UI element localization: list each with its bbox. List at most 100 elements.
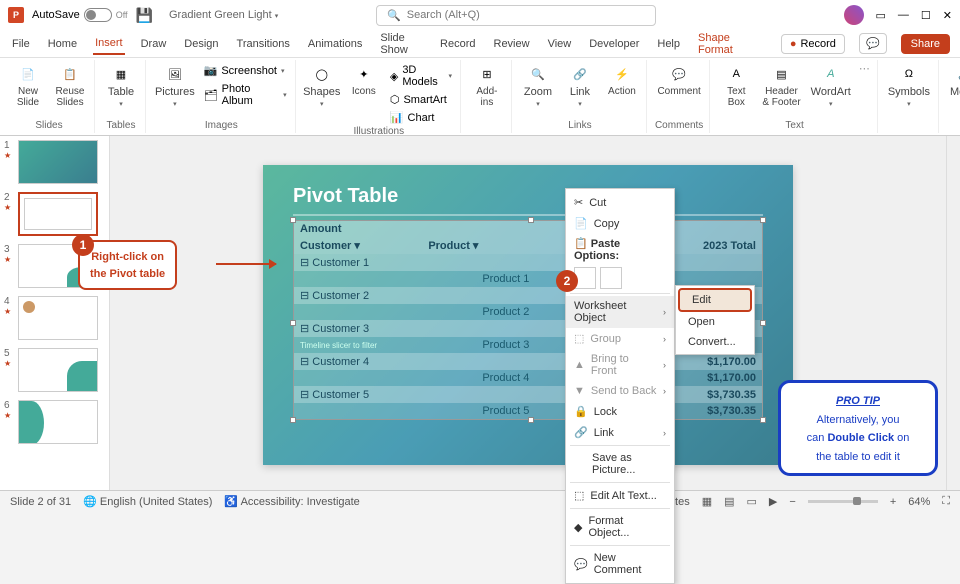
pro-tip-callout: PRO TIP Alternatively, you can Double Cl… (778, 380, 938, 476)
tab-file[interactable]: File (10, 34, 32, 54)
reuse-slides-button[interactable]: 📋Reuse Slides (52, 62, 88, 110)
paste-option-2[interactable] (600, 267, 622, 289)
fit-window-icon[interactable]: ⛶ (942, 495, 950, 508)
shapes-button[interactable]: ◯Shapes▾ (304, 62, 340, 111)
table-button[interactable]: ▦Table▾ (103, 62, 139, 111)
ctx-new-comment[interactable]: 💬New Comment (566, 548, 674, 580)
share-button[interactable]: Share (901, 34, 950, 54)
media-button[interactable]: 🔊Media▾ (947, 62, 960, 111)
search-icon: 🔍 (387, 9, 401, 22)
tab-transitions[interactable]: Transitions (235, 34, 292, 54)
submenu-convert[interactable]: Convert... (676, 332, 754, 352)
thumbnail-1[interactable] (18, 140, 98, 184)
tab-home[interactable]: Home (46, 34, 79, 54)
ctx-alt-text[interactable]: ⬚Edit Alt Text... (566, 485, 674, 506)
chart-button[interactable]: 📊Chart (388, 109, 454, 126)
maximize-icon[interactable]: ☐ (921, 9, 931, 22)
paste-icon: 📋 (574, 238, 588, 250)
tab-shape-format[interactable]: Shape Format (696, 28, 753, 60)
group-icon: ⬚ (574, 332, 584, 345)
tab-view[interactable]: View (546, 34, 574, 54)
zoom-in-icon[interactable]: + (890, 496, 896, 508)
view-reading-icon[interactable]: ▭ (747, 495, 757, 508)
ctx-cut[interactable]: ✂Cut (566, 192, 674, 213)
comment-button[interactable]: 💬Comment (655, 62, 702, 99)
header-footer-button[interactable]: ▤Header & Footer (760, 62, 802, 110)
symbols-button[interactable]: ΩSymbols▾ (886, 62, 932, 111)
ribbon-options-icon[interactable]: ▭ (876, 9, 886, 22)
tab-insert[interactable]: Insert (93, 33, 125, 55)
status-slide-number[interactable]: Slide 2 of 31 (10, 496, 71, 508)
tab-slideshow[interactable]: Slide Show (378, 28, 424, 60)
ctx-group: ⬚Group› (566, 328, 674, 349)
callout-badge-1: 1 (72, 234, 94, 256)
zoom-level[interactable]: 64% (908, 496, 930, 508)
slide-thumbnails[interactable]: 1★ 2★ 3★ 4★ 5★ 6★ (0, 136, 110, 494)
search-input[interactable]: 🔍 Search (Alt+Q) (376, 5, 656, 26)
thumbnail-4[interactable] (18, 296, 98, 340)
smartart-button[interactable]: ⬡SmartArt (388, 91, 454, 108)
addins-button[interactable]: ⊞Add- ins (469, 62, 505, 110)
zoom-button[interactable]: 🔍Zoom▾ (520, 62, 556, 111)
new-comment-icon: 💬 (574, 558, 588, 571)
callout-badge-2: 2 (556, 270, 578, 292)
thumbnail-6[interactable] (18, 400, 98, 444)
save-icon[interactable]: 💾 (136, 7, 153, 24)
ctx-format-object[interactable]: ◆Format Object... (566, 511, 674, 543)
ctx-lock[interactable]: 🔒Lock (566, 401, 674, 422)
photo-album-button[interactable]: 🗂Photo Album▾ (202, 81, 289, 109)
ctx-copy[interactable]: 📄Copy (566, 213, 674, 234)
copy-icon: 📄 (574, 217, 588, 230)
tab-animations[interactable]: Animations (306, 34, 364, 54)
view-slideshow-icon[interactable]: ▶ (769, 495, 777, 508)
ctx-paste-header: 📋 Paste Options: (566, 234, 674, 265)
format-icon: ◆ (574, 521, 582, 534)
zoom-out-icon[interactable]: − (789, 496, 795, 508)
icons-button[interactable]: ✦Icons (346, 62, 382, 99)
3d-models-button[interactable]: ◈3D Models▾ (388, 62, 454, 90)
minimize-icon[interactable]: — (898, 9, 909, 21)
status-accessibility[interactable]: ♿ Accessibility: Investigate (224, 495, 359, 508)
thumbnail-5[interactable] (18, 348, 98, 392)
context-menu: ✂Cut 📄Copy 📋 Paste Options: Worksheet Ob… (565, 188, 675, 584)
front-icon: ▲ (574, 359, 585, 371)
textbox-button[interactable]: AText Box (718, 62, 754, 110)
close-icon[interactable]: ✕ (943, 9, 952, 22)
tab-developer[interactable]: Developer (587, 34, 641, 54)
pictures-button[interactable]: 🖼Pictures▾ (154, 62, 196, 111)
ctx-worksheet-object[interactable]: Worksheet Object› (566, 296, 674, 328)
status-language[interactable]: 🌐 English (United States) (83, 495, 212, 508)
autosave-toggle[interactable] (84, 8, 112, 22)
slide-title: Pivot Table (293, 185, 763, 208)
thumbnail-2[interactable] (18, 192, 98, 236)
document-title[interactable]: Gradient Green Light ▾ (169, 9, 278, 21)
screenshot-button[interactable]: 📷Screenshot▾ (202, 62, 289, 79)
submenu-edit[interactable]: Edit (678, 288, 752, 312)
tab-record[interactable]: Record (438, 34, 477, 54)
user-avatar[interactable] (844, 5, 864, 25)
back-icon: ▼ (574, 385, 585, 397)
zoom-slider[interactable] (808, 500, 878, 503)
vertical-scrollbar[interactable] (946, 136, 960, 494)
tab-review[interactable]: Review (492, 34, 532, 54)
tab-draw[interactable]: Draw (139, 34, 169, 54)
tables-group-label: Tables (107, 120, 136, 131)
autosave-state: Off (116, 10, 128, 20)
wordart-button[interactable]: AWordArt▾ (809, 62, 853, 111)
link-button[interactable]: 🔗Link▾ (562, 62, 598, 111)
comment-pane-icon[interactable]: 💬 (859, 33, 887, 54)
record-button[interactable]: ●Record (781, 34, 845, 54)
view-sorter-icon[interactable]: ▤ (724, 495, 734, 508)
ctx-link[interactable]: 🔗Link› (566, 422, 674, 443)
text-group-label: Text (785, 120, 803, 131)
images-group-label: Images (205, 120, 238, 131)
tab-help[interactable]: Help (655, 34, 682, 54)
action-button[interactable]: ⚡Action (604, 62, 640, 99)
links-group-label: Links (568, 120, 591, 131)
new-slide-button[interactable]: 📄New Slide (10, 62, 46, 110)
submenu-open[interactable]: Open (676, 312, 754, 332)
view-normal-icon[interactable]: ▦ (702, 495, 712, 508)
tab-design[interactable]: Design (182, 34, 220, 54)
ctx-save-picture[interactable]: Save as Picture... (566, 448, 674, 480)
ctx-send-back: ▼Send to Back› (566, 381, 674, 401)
